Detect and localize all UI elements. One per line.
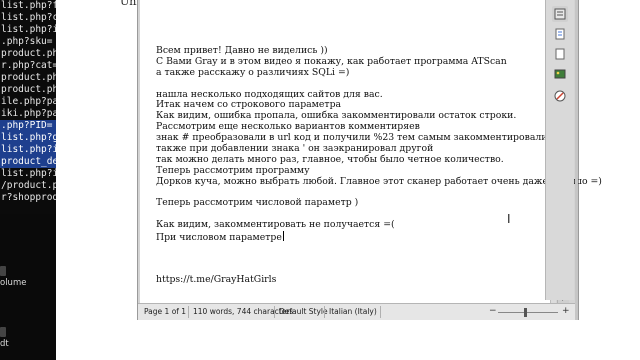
status-separator [274,306,275,318]
terminal-line: product.php? [1,48,56,59]
document-area: Всем привет! Давно не виделись )) С Вами … [140,0,602,303]
terminal-line: ile.php?pag [1,96,56,107]
status-separator [188,306,189,318]
desktop-label-volume[interactable]: olume [0,278,26,288]
status-page-style[interactable]: Default Style [279,307,328,316]
ibeam-cursor-icon: I [507,212,511,226]
terminal-line: list.php?cat= [1,12,56,23]
styles-icon[interactable] [552,26,568,42]
desktop-background [56,320,640,360]
sidebar-edge[interactable] [575,0,578,320]
sidebar-deck [545,0,574,300]
terminal-line: list.php?id= [1,168,56,179]
terminal-line: iki.php?pag [1,108,56,119]
terminal-line: list.php?grp [0,132,56,144]
terminal-line: list.php?id= [0,144,56,156]
document-page[interactable]: Всем привет! Давно не виделись )) С Вами … [140,0,602,303]
page-icon[interactable] [552,46,568,62]
volume-icon[interactable] [0,266,6,276]
document-paragraph[interactable] [156,242,602,253]
terminal-line: /product.php [1,180,56,191]
status-separator [380,306,381,318]
terminal-line: .php?sku= [1,36,53,47]
status-language[interactable]: Italian (Italy) [329,307,377,316]
terminal-line: product.php? [1,72,56,83]
status-page[interactable]: Page 1 of 1 [144,307,186,316]
desktop-label-file[interactable]: dt [0,339,9,349]
document-paragraph[interactable]: https://t.me/GrayHatGirls [156,274,602,286]
terminal-line: r?shopprod [1,192,56,203]
zoom-slider[interactable] [498,312,558,313]
terminal-window[interactable]: list.php?fidlist.php?cat=list.php?id=.ph… [0,0,56,214]
document-paragraph[interactable] [156,253,602,264]
terminal-line: product.php? [1,84,56,95]
zoom-slider-knob[interactable] [524,308,527,317]
status-bar: Page 1 of 1 110 words, 744 characters De… [138,303,578,321]
document-paragraph[interactable]: Дорков куча, можно выбрать любой. Главно… [156,176,602,188]
status-separator [324,306,325,318]
zoom-in-icon[interactable]: + [562,306,570,316]
properties-icon[interactable] [552,6,568,22]
text-cursor [282,231,284,242]
document-paragraph[interactable]: а также расскажу о различиях SQLi =) [156,67,602,79]
terminal-line: .php?PID= [0,120,56,132]
terminal-line: r.php?cat= [1,60,56,71]
terminal-line: list.php?fid [1,0,56,11]
navigator-icon[interactable] [552,88,568,104]
document-text[interactable]: Всем привет! Давно не виделись )) С Вами … [156,45,602,286]
document-paragraph[interactable]: Теперь рассмотрим числовой параметр ) [156,198,602,209]
file-icon[interactable] [0,327,6,337]
zoom-out-icon[interactable]: − [489,306,497,316]
document-paragraph[interactable]: Как видим, закомментировать не получаетс… [156,219,602,231]
writer-window: Всем привет! Давно не виделись )) С Вами … [137,0,602,321]
terminal-line: product_deta [0,156,56,168]
document-paragraph[interactable]: При числовом параметре [156,231,602,243]
desktop-strip: olume dt [0,214,56,360]
gallery-icon[interactable] [552,66,568,82]
terminal-line: list.php?id= [1,24,56,35]
